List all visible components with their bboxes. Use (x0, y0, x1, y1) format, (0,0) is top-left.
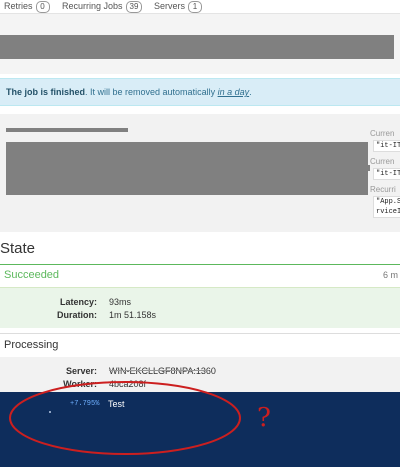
red-annotation-ellipse (9, 381, 241, 455)
question-mark-annotation: ? (257, 403, 271, 433)
